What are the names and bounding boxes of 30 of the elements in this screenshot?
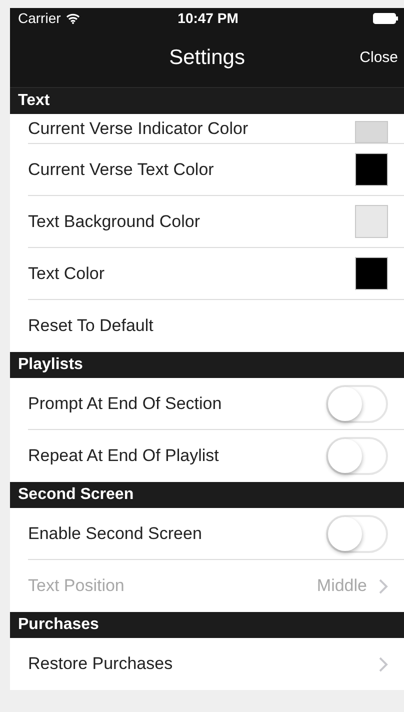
section-header: Second Screen [10, 482, 404, 508]
toggle-switch[interactable] [326, 514, 388, 552]
color-swatch[interactable] [355, 121, 388, 143]
section-header: Purchases [10, 612, 404, 638]
row-label: Current Verse Indicator Color [28, 118, 250, 138]
color-swatch[interactable] [355, 257, 388, 290]
chevron-icon [379, 578, 388, 594]
row-label: Text Position [28, 576, 126, 596]
row-value: Middle [316, 576, 367, 596]
color-swatch[interactable] [355, 205, 388, 238]
toggle-switch[interactable] [326, 384, 388, 422]
status-time: 10:47 PM [178, 10, 238, 26]
row-label: Text Background Color [28, 212, 201, 232]
row-label: Reset To Default [28, 316, 154, 336]
carrier-label: Carrier [18, 10, 61, 26]
wifi-icon [66, 12, 80, 24]
nav-title: Settings [169, 46, 245, 70]
section-header: Text [10, 88, 404, 114]
battery-icon [373, 12, 398, 24]
row-label: Restore Purchases [28, 654, 174, 674]
toggle-switch[interactable] [326, 437, 388, 475]
close-button[interactable]: Close [354, 45, 404, 70]
row-label: Text Color [28, 264, 106, 284]
section-header: Playlists [10, 352, 404, 378]
row-label: Repeat At End Of Playlist [28, 446, 220, 466]
chevron-icon [379, 656, 388, 672]
row-label: Enable Second Screen [28, 524, 203, 544]
color-swatch[interactable] [355, 153, 388, 186]
row-label: Current Verse Text Color [28, 160, 215, 180]
row-label: Prompt At End Of Section [28, 394, 223, 414]
